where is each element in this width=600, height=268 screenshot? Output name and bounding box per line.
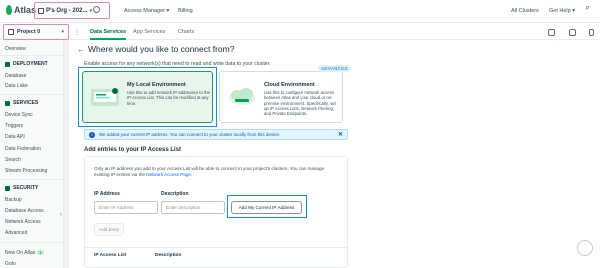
all-clusters-link[interactable]: All Clusters <box>511 8 539 14</box>
project-selector[interactable]: Project 0 ▾ <box>3 24 69 40</box>
sidebar-scrollbar[interactable] <box>64 40 69 268</box>
cloud-environment-description: Use this to configure network access bet… <box>264 90 336 117</box>
get-help-link[interactable]: Get Help ▾ <box>549 8 575 14</box>
sidebar-divider <box>0 242 63 243</box>
section-label: SERVICES <box>13 100 39 106</box>
activity-feed-icon[interactable] <box>569 29 576 36</box>
sidebar-item-goto[interactable]: Goto <box>5 261 16 267</box>
new-on-atlas-label: New On Atlas <box>5 250 36 256</box>
sidebar-item-triggers[interactable]: Triggers <box>5 123 23 129</box>
sidebar-item-backup[interactable]: Backup <box>5 197 22 203</box>
sidebar-item-data-api[interactable]: Data API <box>5 134 25 140</box>
info-icon: i <box>89 131 95 138</box>
description-column-header: Description <box>155 253 182 258</box>
sidebar-item-stream-processing[interactable]: Stream Processing <box>5 168 47 174</box>
ip-added-banner: i We added your current IP address. You … <box>84 129 348 140</box>
access-manager-link[interactable]: Access Manager ▾ <box>124 8 169 14</box>
ip-access-list-heading: Add entries to your IP Access List <box>84 147 182 153</box>
tab-charts[interactable]: Charts <box>178 29 194 35</box>
sidebar-item-data-federation[interactable]: Data Federation <box>5 146 41 152</box>
more-options-icon[interactable]: ⋮ <box>74 29 80 36</box>
page-title-text: Where would you like to connect from? <box>88 44 235 54</box>
tab-data-services[interactable]: Data Services <box>90 29 126 35</box>
section-label: DEPLOYMENT <box>13 61 48 67</box>
add-my-current-ip-button[interactable]: Add My Current IP Address <box>231 201 302 214</box>
billing-link[interactable]: Billing <box>178 8 193 14</box>
network-access-page-link[interactable]: Network Access Page <box>146 172 191 177</box>
environment-options: My Local Environment Use this to add net… <box>78 65 352 127</box>
folder-icon <box>8 29 14 35</box>
top-navigation-bar: Atlas P's Org - 202... ▾ Access Manager … <box>0 0 600 23</box>
ip-access-list-panel: Only an IP address you add to your Acces… <box>84 156 348 268</box>
local-environment-description: Use this to add network IP addresses to … <box>127 90 211 106</box>
notification-count-badge: 1 <box>37 250 44 255</box>
atlas-logo[interactable]: Atlas <box>6 5 36 15</box>
cloud-illustration-icon <box>229 88 255 105</box>
back-arrow-icon[interactable]: ← <box>77 45 85 54</box>
advanced-badge: ADVANCED <box>318 65 352 72</box>
active-tab-indicator <box>90 38 126 40</box>
sidebar-item-advanced[interactable]: Advanced <box>5 230 27 236</box>
project-label: Project 0 <box>17 29 41 35</box>
help-chat-button[interactable] <box>577 240 593 256</box>
ip-address-label: IP Address <box>94 191 120 197</box>
left-sidebar: Overview DEPLOYMENT Database Data Lake S… <box>0 40 64 268</box>
sidebar-divider <box>0 94 63 95</box>
sidebar-section-deployment: DEPLOYMENT <box>5 61 48 67</box>
section-label: SECURITY <box>13 185 39 191</box>
add-entry-button[interactable]: Add Entry <box>94 223 124 236</box>
ip-access-list-column-header: IP Access List <box>94 253 127 258</box>
panel-divider <box>85 247 347 248</box>
cloud-environment-title: Cloud Environment <box>264 82 315 88</box>
tab-app-services[interactable]: App Services <box>133 29 165 35</box>
sidebar-section-security: SECURITY <box>5 185 38 191</box>
laptop-illustration-icon <box>91 88 119 106</box>
sidebar-item-database[interactable]: Database <box>5 73 26 79</box>
chevron-down-icon: ▾ <box>89 7 92 14</box>
sidebar-divider <box>0 179 63 180</box>
logo-text: Atlas <box>14 5 37 15</box>
user-menu[interactable]: P <box>586 6 589 12</box>
cloud-environment-card[interactable]: Cloud Environment Use this to configure … <box>219 71 343 123</box>
panel-description-text: Only an IP address you add to your Acces… <box>94 166 325 177</box>
sidebar-item-overview[interactable]: Overview <box>5 46 26 52</box>
sidebar-item-new-on-atlas[interactable]: New On Atlas 1 <box>5 250 44 256</box>
sidebar-item-network-access[interactable]: Network Access <box>5 219 41 225</box>
sidebar-item-database-access[interactable]: Database Access <box>5 208 44 214</box>
description-label: Description <box>161 191 189 197</box>
local-environment-card[interactable]: My Local Environment Use this to add net… <box>82 71 213 123</box>
gear-icon[interactable] <box>93 6 100 13</box>
page-title: ← Where would you like to connect from? <box>77 44 234 54</box>
chevron-down-icon: ▾ <box>61 29 64 35</box>
sidebar-item-data-lake[interactable]: Data Lake <box>5 83 28 89</box>
local-environment-title: My Local Environment <box>127 82 186 88</box>
panel-description: Only an IP address you add to your Acces… <box>94 166 339 178</box>
mongodb-leaf-icon <box>6 5 12 15</box>
security-icon <box>5 185 10 191</box>
sidebar-item-device-sync[interactable]: Device Sync <box>5 112 33 118</box>
description-input[interactable] <box>161 201 225 214</box>
alerts-icon[interactable] <box>589 29 594 36</box>
user-invite-icon[interactable] <box>548 29 555 36</box>
collapse-sidebar-icon[interactable]: ‹ <box>60 212 62 218</box>
organization-label: P's Org - 202... <box>46 7 88 14</box>
sidebar-item-search[interactable]: Search <box>5 157 21 163</box>
ip-address-input[interactable] <box>94 201 158 214</box>
banner-text: We added your current IP address. You ca… <box>99 132 281 137</box>
deployment-icon <box>5 61 10 67</box>
panel-description-end: . <box>190 172 193 177</box>
close-icon[interactable]: ✕ <box>338 131 343 138</box>
building-icon <box>38 7 44 14</box>
sidebar-section-services: SERVICES <box>5 100 38 106</box>
services-icon <box>5 100 10 106</box>
project-navigation-bar: Project 0 ▾ ⋮ Data Services App Services… <box>0 23 600 40</box>
sidebar-divider <box>0 55 63 56</box>
